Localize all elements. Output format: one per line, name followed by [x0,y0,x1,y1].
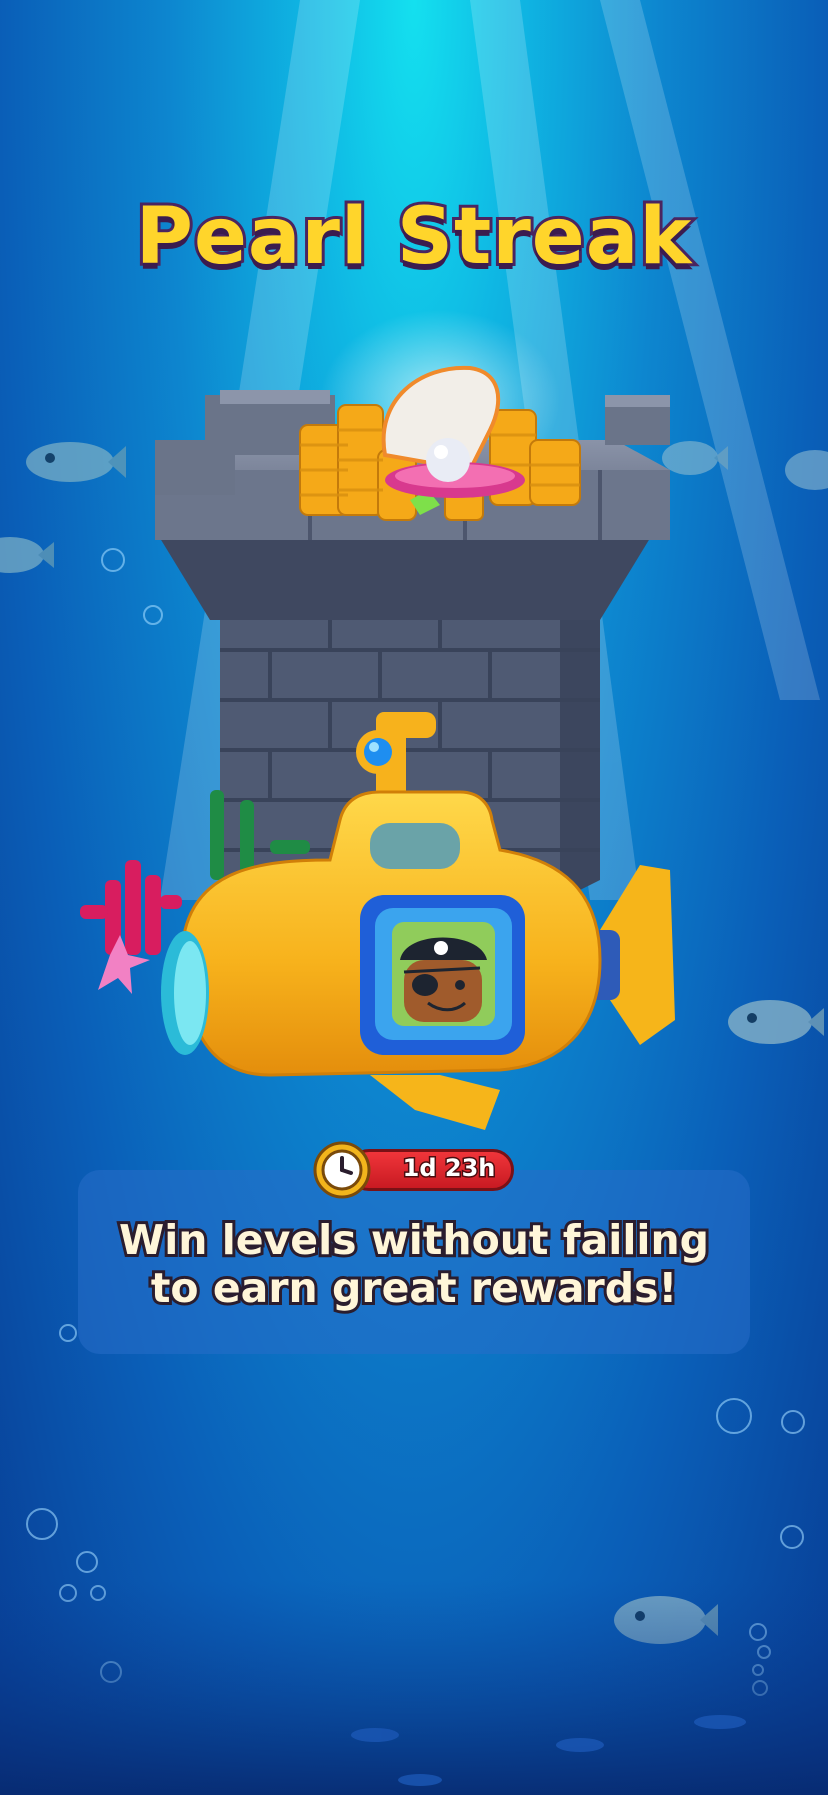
pearl-streak-screen[interactable]: Pearl Streak Win levels without failing … [0,0,828,1795]
event-timer: 1d 23h [312,1140,516,1199]
fish-left-2 [0,537,54,573]
clock-icon [313,1141,371,1199]
event-description: Win levels without failing to earn great… [78,1213,750,1315]
timer-text: 1d 23h [401,1153,497,1184]
description-panel: Win levels without failing to earn great… [78,1170,750,1354]
pirate-avatar [400,937,487,1022]
sea-floor [0,1580,828,1795]
fish-right-2 [785,450,828,490]
fish-left-1 [26,442,126,482]
description-line-1: Win levels without failing [116,1213,712,1267]
description-line-2: to earn great rewards! [148,1261,680,1315]
fish-right-3 [728,1000,824,1044]
event-title: Pearl Streak [133,189,694,285]
